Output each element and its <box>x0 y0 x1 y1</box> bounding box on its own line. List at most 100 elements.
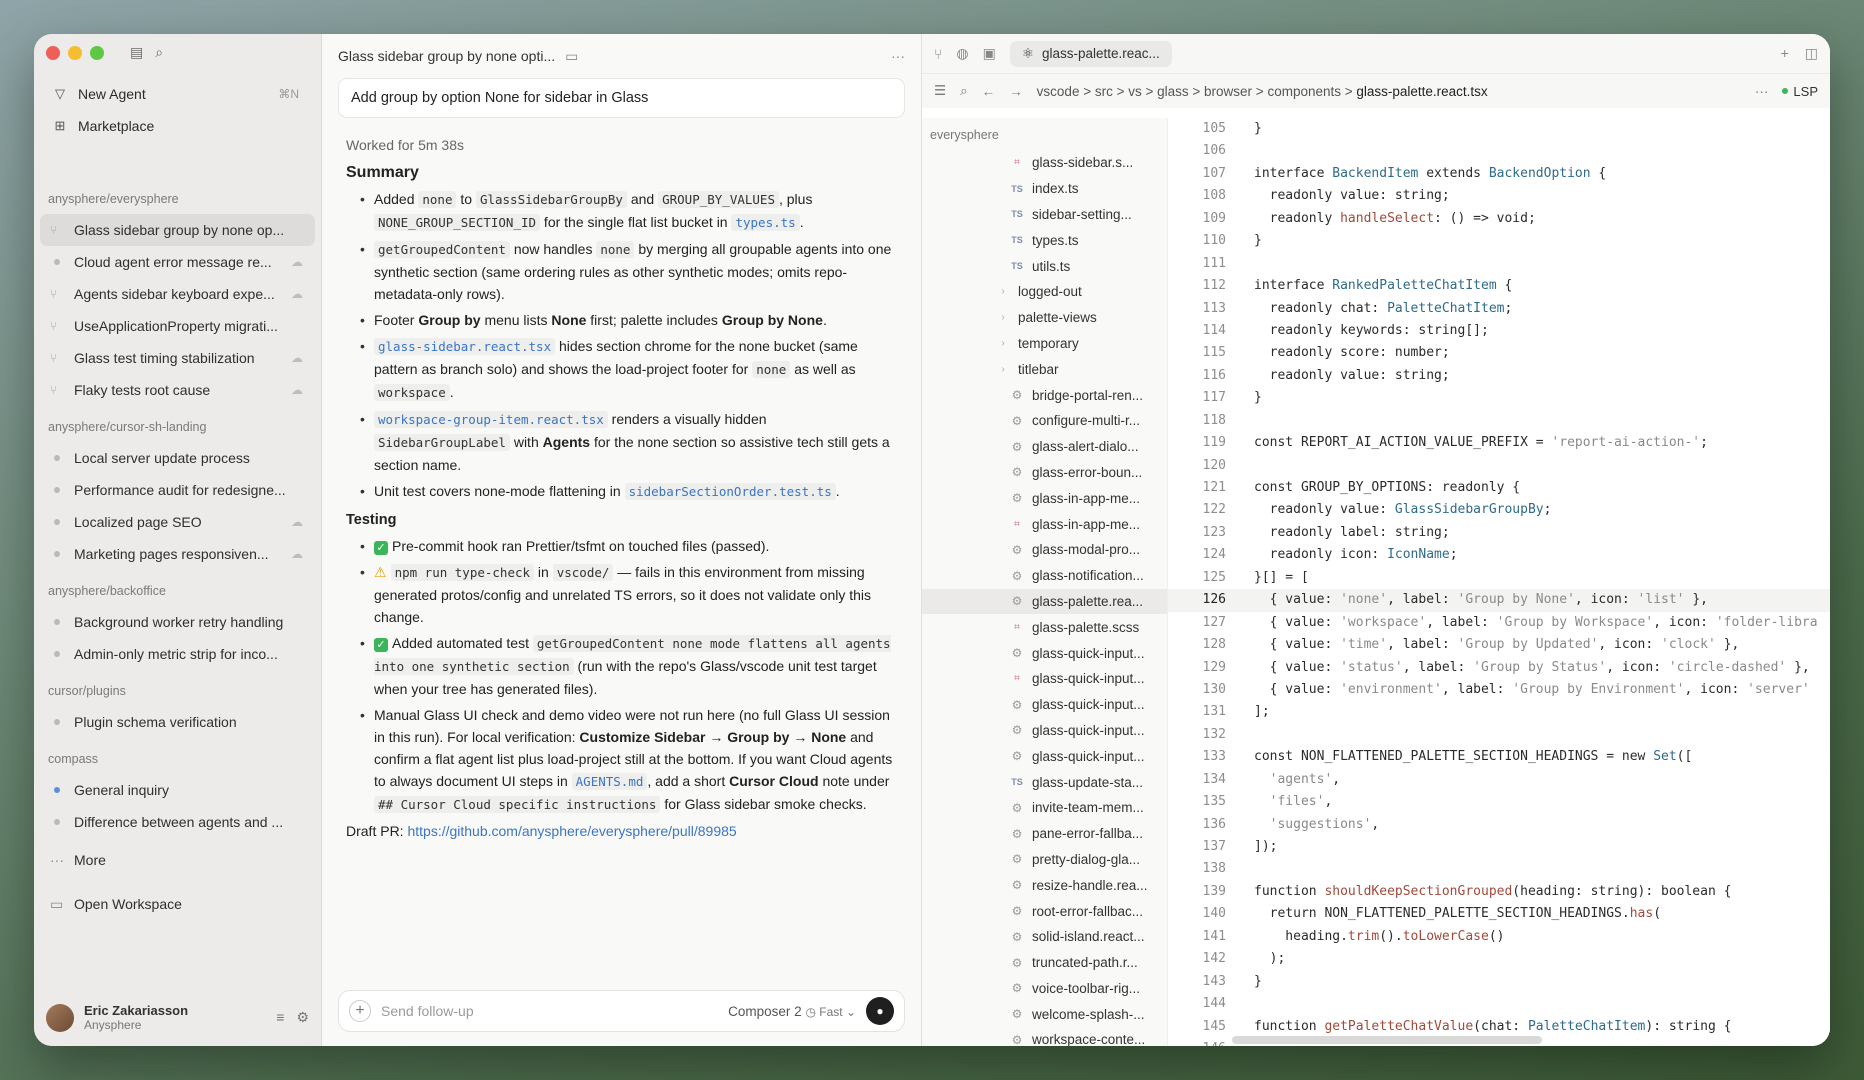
split-view-icon[interactable]: ◫ <box>1805 45 1818 62</box>
open-workspace-button[interactable]: ▭ Open Workspace <box>40 888 315 920</box>
file-item[interactable]: ⚙ root-error-fallbac... <box>922 898 1167 924</box>
file-item[interactable]: ⚙ glass-quick-input... <box>922 718 1167 744</box>
breadcrumb-item[interactable]: glass <box>1157 84 1189 99</box>
add-context-button[interactable]: + <box>349 1000 371 1022</box>
file-item[interactable]: ⚙ glass-palette.rea... <box>922 588 1167 615</box>
sidebar-toggle-icon[interactable]: ▤ <box>130 44 143 61</box>
more-button[interactable]: ··· More <box>40 844 315 876</box>
marketplace-button[interactable]: ⊞ Marketplace <box>46 110 309 142</box>
agent-list-item[interactable]: ⑂ Glass sidebar group by none op... <box>40 214 315 246</box>
agent-list-item[interactable]: Cloud agent error message re... ☁ <box>40 246 315 278</box>
gear-icon[interactable]: ⚙ <box>296 1009 309 1026</box>
breadcrumb-item[interactable]: browser <box>1204 84 1252 99</box>
file-link[interactable]: types.ts <box>731 214 800 231</box>
file-item[interactable]: TS sidebar-setting... <box>922 202 1167 228</box>
file-item[interactable]: ⚙ glass-in-app-me... <box>922 485 1167 511</box>
new-agent-button[interactable]: ▽ New Agent ⌘N <box>46 78 309 110</box>
agent-list-item[interactable]: General inquiry <box>40 774 315 806</box>
file-item[interactable]: ⌗ glass-palette.scss <box>922 614 1167 640</box>
more-icon[interactable]: ··· <box>1755 84 1769 99</box>
file-link[interactable]: AGENTS.md <box>571 773 648 790</box>
filter-lines-icon[interactable]: ≡ <box>276 1009 284 1026</box>
file-item[interactable]: ⚙ glass-error-boun... <box>922 460 1167 486</box>
folder-item[interactable]: › temporary <box>922 331 1167 357</box>
file-item[interactable]: ⚙ welcome-splash-... <box>922 1001 1167 1027</box>
zoom-window-button[interactable] <box>90 46 104 60</box>
breadcrumb-item[interactable]: glass-palette.react.tsx <box>1356 84 1487 99</box>
agent-list-item[interactable]: Difference between agents and ... <box>40 806 315 838</box>
model-selector[interactable]: Composer 2 ◷ Fast ⌄ <box>728 1004 856 1019</box>
file-item[interactable]: TS utils.ts <box>922 253 1167 279</box>
agent-list-item[interactable]: Marketing pages responsiven... ☁ <box>40 538 315 570</box>
file-item[interactable]: ⚙ solid-island.react... <box>922 924 1167 950</box>
react-file-icon: ⚙ <box>1011 955 1023 970</box>
agent-list-item[interactable]: ⑂ UseApplicationProperty migrati... <box>40 310 315 342</box>
breadcrumb-separator: > <box>1252 83 1268 99</box>
cloud-icon: ☁ <box>291 255 303 269</box>
breadcrumb-item[interactable]: vscode <box>1037 84 1080 99</box>
new-tab-icon[interactable]: + <box>1781 45 1789 62</box>
file-item[interactable]: ⌗ glass-in-app-me... <box>922 511 1167 537</box>
file-item[interactable]: ⚙ workspace-conte... <box>922 1027 1167 1046</box>
agent-list-item[interactable]: Background worker retry handling <box>40 606 315 638</box>
microphone-button[interactable]: ● <box>866 997 894 1025</box>
file-name: glass-palette.scss <box>1032 619 1140 635</box>
breadcrumb-item[interactable]: vs <box>1128 84 1142 99</box>
breadcrumb-item[interactable]: components <box>1267 84 1341 99</box>
file-item[interactable]: ⚙ glass-modal-pro... <box>922 537 1167 563</box>
forward-icon[interactable]: → <box>1009 84 1023 99</box>
back-icon[interactable]: ← <box>982 84 996 99</box>
file-link[interactable]: workspace-group-item.react.tsx <box>374 411 608 428</box>
follow-up-input[interactable]: Send follow-up <box>381 1003 474 1019</box>
file-link[interactable]: glass-sidebar.react.tsx <box>374 338 556 355</box>
archive-icon[interactable]: ▭ <box>565 48 578 65</box>
file-item[interactable]: ⚙ glass-notification... <box>922 563 1167 589</box>
agent-list-item[interactable]: Plugin schema verification <box>40 706 315 738</box>
agent-list-item[interactable]: Local server update process <box>40 442 315 474</box>
file-item[interactable]: ⚙ voice-toolbar-rig... <box>922 976 1167 1002</box>
globe-icon[interactable]: ◍ <box>956 45 968 62</box>
outline-icon[interactable]: ☰ <box>934 83 946 99</box>
breadcrumb-item[interactable]: src <box>1095 84 1113 99</box>
file-item[interactable]: ⚙ glass-quick-input... <box>922 640 1167 666</box>
draft-pr-link[interactable]: https://github.com/anysphere/everysphere… <box>407 823 736 839</box>
file-item[interactable]: ⌗ glass-sidebar.s... <box>922 150 1167 176</box>
file-item[interactable]: ⚙ glass-alert-dialo... <box>922 434 1167 460</box>
file-item[interactable]: ⚙ invite-team-mem... <box>922 795 1167 821</box>
lsp-status[interactable]: LSP <box>1782 84 1818 99</box>
agent-list-item[interactable]: Localized page SEO ☁ <box>40 506 315 538</box>
minimize-window-button[interactable] <box>68 46 82 60</box>
file-item[interactable]: ⚙ configure-multi-r... <box>922 408 1167 434</box>
file-item[interactable]: ⚙ bridge-portal-ren... <box>922 382 1167 408</box>
agent-list-item[interactable]: Admin-only metric strip for inco... <box>40 638 315 670</box>
file-item[interactable]: ⚙ truncated-path.r... <box>922 950 1167 976</box>
branch-icon[interactable]: ⑂ <box>934 46 942 62</box>
close-window-button[interactable] <box>46 46 60 60</box>
agent-list-item[interactable]: ⑂ Flaky tests root cause ☁ <box>40 374 315 406</box>
agent-list-item[interactable]: ⑂ Glass test timing stabilization ☁ <box>40 342 315 374</box>
file-item[interactable]: ⚙ resize-handle.rea... <box>922 872 1167 898</box>
folder-item[interactable]: › palette-views <box>922 305 1167 331</box>
file-item[interactable]: TS types.ts <box>922 227 1167 253</box>
file-item[interactable]: ⚙ glass-quick-input... <box>922 692 1167 718</box>
horizontal-scrollbar[interactable] <box>1232 1036 1542 1044</box>
file-item[interactable]: ⚙ pane-error-fallba... <box>922 821 1167 847</box>
more-icon[interactable]: ··· <box>891 48 905 64</box>
agent-list-item[interactable]: ⑂ Agents sidebar keyboard expe... ☁ <box>40 278 315 310</box>
agent-list-item[interactable]: Performance audit for redesigne... <box>40 474 315 506</box>
folder-item[interactable]: › logged-out <box>922 279 1167 305</box>
file-item[interactable]: ⚙ glass-quick-input... <box>922 743 1167 769</box>
window-controls <box>46 46 104 60</box>
tab-glass-palette[interactable]: ⚛ glass-palette.reac... <box>1009 40 1172 67</box>
file-item[interactable]: ⌗ glass-quick-input... <box>922 666 1167 692</box>
search-icon[interactable]: ⌕ <box>155 44 163 61</box>
user-profile[interactable]: Eric Zakariasson Anysphere ≡ ⚙ <box>46 1003 309 1032</box>
code-view[interactable]: 105} 106 107 interface BackendItem extends … <box>1168 118 1830 1046</box>
search-icon[interactable]: ⌕ <box>960 83 968 99</box>
file-item[interactable]: ⚙ pretty-dialog-gla... <box>922 847 1167 873</box>
folder-item[interactable]: › titlebar <box>922 356 1167 382</box>
file-item[interactable]: TS index.ts <box>922 176 1167 202</box>
file-link[interactable]: sidebarSectionOrder.test.ts <box>624 483 836 500</box>
file-item[interactable]: TS glass-update-sta... <box>922 769 1167 795</box>
terminal-icon[interactable]: ▣ <box>983 45 996 62</box>
